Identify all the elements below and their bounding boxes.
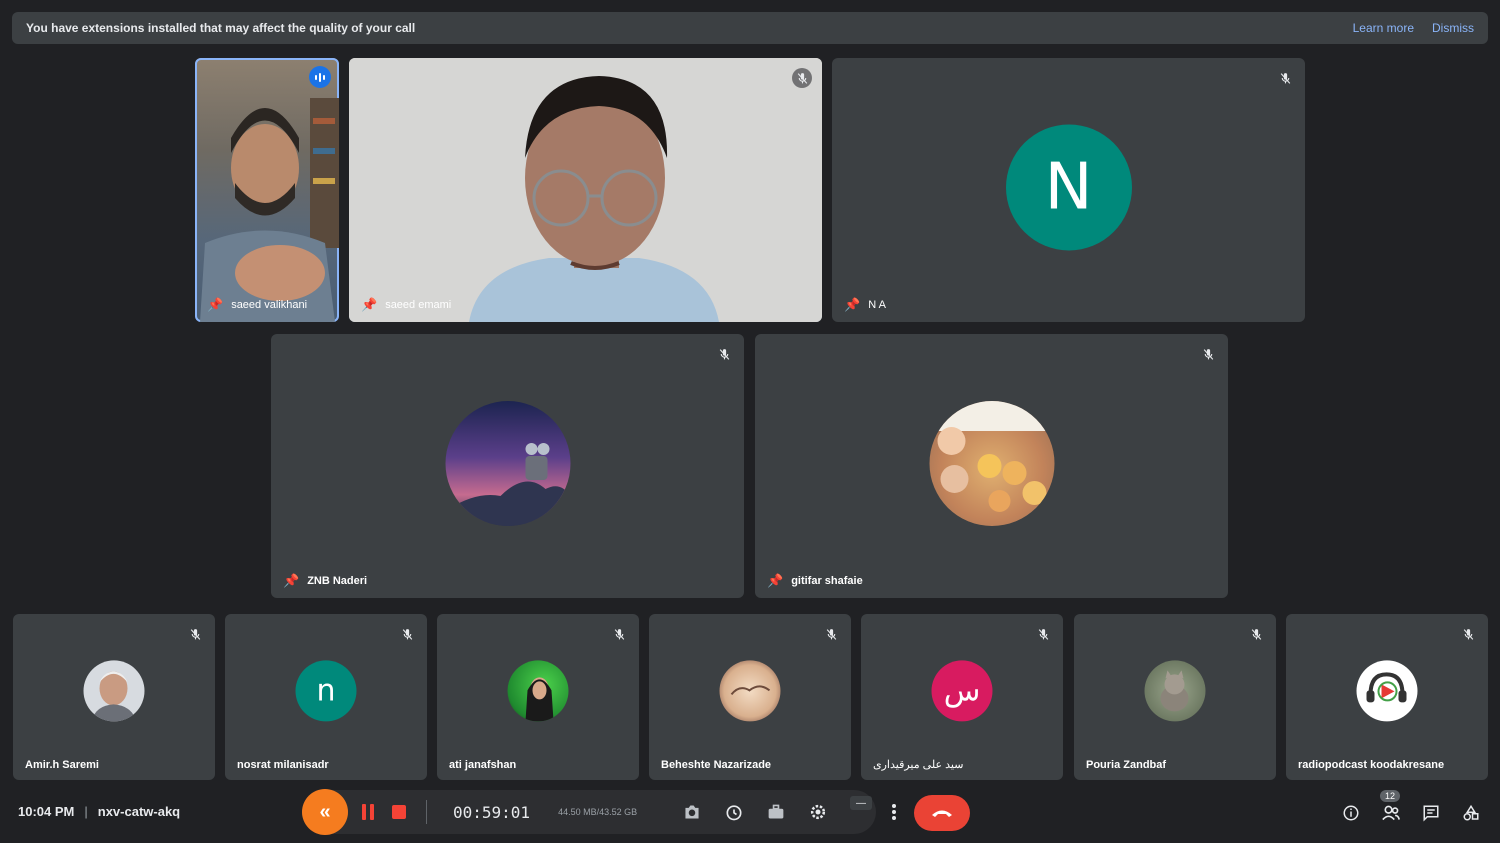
mic-off-icon — [1275, 68, 1295, 88]
mic-off-icon — [1246, 624, 1266, 644]
avatar-initial: س — [943, 673, 981, 709]
video-feed — [200, 98, 339, 322]
leave-call-button[interactable] — [914, 795, 970, 831]
participant-count-badge: 12 — [1380, 790, 1401, 802]
toolbox-icon[interactable] — [765, 801, 787, 823]
divider: | — [84, 804, 88, 819]
participant-tile-saeed-emami[interactable]: 📌 saeed emami — [349, 58, 822, 322]
pin-icon[interactable]: 📌 — [207, 297, 223, 313]
recording-size: 44.50 MB/43.52 GB — [558, 807, 638, 817]
people-icon[interactable]: 12 — [1380, 790, 1402, 824]
avatar-initial: N — [1044, 150, 1093, 225]
participant-tile-ati-janafshan[interactable]: ati janafshan — [437, 614, 639, 780]
participant-name: nosrat milanisadr — [237, 759, 329, 771]
participant-name: radiopodcast koodakresane — [1298, 759, 1445, 771]
participant-tile-saeed-valikhani[interactable]: 📌 saeed valikhani — [195, 58, 339, 322]
avatar — [719, 660, 781, 722]
participant-name: saeed emami — [385, 299, 452, 311]
participant-tile-radiopodcast[interactable]: radiopodcast koodakresane — [1286, 614, 1488, 780]
more-options-icon[interactable] — [880, 798, 908, 826]
avatar-image — [445, 443, 570, 526]
avatar — [507, 660, 569, 722]
participant-tile-beheshte-nazarizade[interactable]: Beheshte Nazarizade — [649, 614, 851, 780]
participant-name: Pouria Zandbaf — [1086, 759, 1167, 771]
banner-message: You have extensions installed that may a… — [26, 21, 416, 35]
pin-icon[interactable]: 📌 — [361, 297, 377, 313]
activities-icon[interactable] — [1460, 802, 1482, 824]
avatar-image — [929, 401, 1054, 512]
mic-off-icon — [1033, 624, 1053, 644]
right-controls: 12 — [1340, 790, 1482, 824]
bottom-toolbar: 10:04 PM | nxv-catw-akq « 00:59:01 44.50… — [0, 789, 1500, 843]
video-feed — [349, 58, 822, 322]
mic-off-icon — [397, 624, 417, 644]
participant-tile-amirh-saremi[interactable]: Amir.h Saremi — [13, 614, 215, 780]
avatar — [83, 660, 145, 722]
stop-recording-button[interactable] — [392, 805, 406, 819]
clock-time: 10:04 PM — [18, 804, 75, 819]
meeting-info: 10:04 PM | nxv-catw-akq — [18, 804, 180, 819]
avatar — [445, 401, 570, 526]
participant-tile-nosrat-milanisadr[interactable]: n nosrat milanisadr — [225, 614, 427, 780]
avatar-image — [91, 671, 137, 722]
avatar: س — [931, 660, 993, 722]
avatar — [1144, 660, 1206, 722]
avatar — [1356, 660, 1418, 722]
avatar: n — [295, 660, 357, 722]
speaking-indicator-icon — [309, 66, 331, 88]
divider — [426, 800, 427, 824]
hangup-phone-icon — [932, 810, 952, 817]
avatar-initial: n — [316, 673, 336, 709]
participant-tile-na[interactable]: N 📌 N A — [832, 58, 1305, 322]
pin-icon[interactable]: 📌 — [767, 573, 783, 589]
participant-name: gitifar shafaie — [791, 575, 863, 587]
participant-tile-pouria-zandbaf[interactable]: Pouria Zandbaf — [1074, 614, 1276, 780]
avatar: N — [1005, 124, 1132, 251]
pin-icon[interactable]: 📌 — [283, 573, 299, 589]
headphones-logo-icon — [1366, 672, 1407, 703]
info-icon[interactable] — [1340, 802, 1362, 824]
recording-timer: 00:59:01 — [453, 802, 531, 822]
participant-tile-gitifar-shafaie[interactable]: 📌 gitifar shafaie — [755, 334, 1228, 598]
pin-icon[interactable]: 📌 — [844, 297, 860, 313]
mic-off-icon — [1458, 624, 1478, 644]
minimize-recorder-button[interactable]: — — [850, 796, 872, 810]
rewind-icon[interactable]: « — [302, 789, 348, 835]
mic-off-icon — [1198, 344, 1218, 364]
participant-name: سید علی میرقیداری — [873, 759, 964, 771]
dismiss-button[interactable]: Dismiss — [1432, 21, 1474, 35]
mic-off-icon — [792, 68, 812, 88]
extension-warning-banner: You have extensions installed that may a… — [12, 12, 1488, 44]
screen-recorder-toolbar: « 00:59:01 44.50 MB/43.52 GB — — [302, 789, 876, 835]
avatar — [929, 401, 1054, 526]
mic-off-icon — [821, 624, 841, 644]
meeting-code: nxv-catw-akq — [97, 804, 181, 819]
participant-name: Amir.h Saremi — [25, 759, 99, 771]
mic-off-icon — [185, 624, 205, 644]
participant-name: saeed valikhani — [231, 299, 308, 311]
avatar-image — [1160, 670, 1189, 712]
participant-name: ati janafshan — [449, 759, 517, 771]
participant-name: Beheshte Nazarizade — [661, 759, 772, 771]
mic-off-icon — [609, 624, 629, 644]
participant-name: ZNB Naderi — [307, 575, 368, 587]
learn-more-link[interactable]: Learn more — [1353, 21, 1414, 35]
participant-name: N A — [868, 299, 886, 311]
avatar-image — [525, 677, 554, 722]
avatar-image — [730, 685, 771, 696]
participant-tile-znb-naderi[interactable]: 📌 ZNB Naderi — [271, 334, 744, 598]
participant-tile-seyed-ali[interactable]: س سید علی میرقیداری — [861, 614, 1063, 780]
gear-icon[interactable] — [807, 801, 829, 823]
timer-icon[interactable] — [723, 801, 745, 823]
mic-off-icon — [714, 344, 734, 364]
pause-recording-button[interactable] — [362, 804, 374, 820]
camera-icon[interactable] — [681, 801, 703, 823]
chat-icon[interactable] — [1420, 802, 1442, 824]
